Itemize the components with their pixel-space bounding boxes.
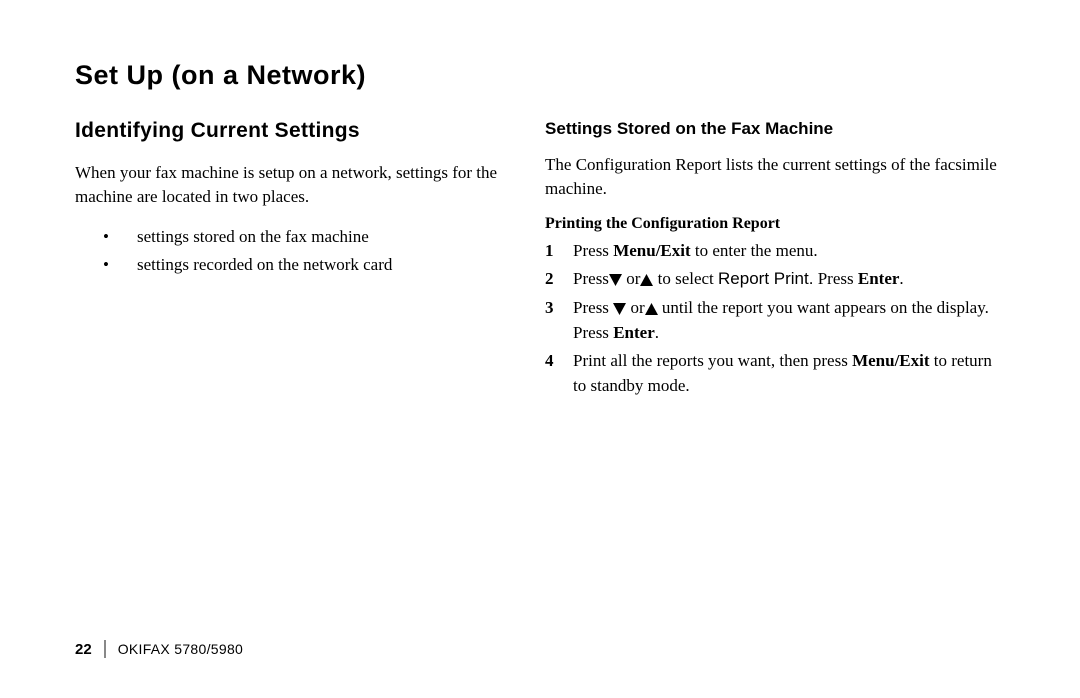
list-item-text: settings recorded on the network card [137, 251, 392, 280]
printing-steps-list: 1 Press Menu/Exit to enter the menu. 2 P… [545, 239, 1005, 399]
page-footer: 22 OKIFAX 5780/5980 [75, 640, 243, 658]
footer-divider [104, 640, 106, 658]
section-heading-settings-stored: Settings Stored on the Fax Machine [545, 119, 1005, 139]
down-arrow-icon [609, 274, 622, 286]
intro-paragraph: When your fax machine is setup on a netw… [75, 161, 530, 209]
step-number: 1 [545, 239, 573, 264]
step-item: 1 Press Menu/Exit to enter the menu. [545, 239, 1005, 264]
down-arrow-icon [613, 303, 626, 315]
step-text: Print all the reports you want, then pre… [573, 349, 1005, 398]
bullet-icon: • [75, 223, 137, 252]
page-number: 22 [75, 641, 92, 658]
step-item: 4 Print all the reports you want, then p… [545, 349, 1005, 398]
left-column: Identifying Current Settings When your f… [75, 119, 530, 402]
settings-locations-list: • settings stored on the fax machine • s… [75, 223, 530, 281]
right-column: Settings Stored on the Fax Machine The C… [545, 119, 1005, 402]
content-columns: Identifying Current Settings When your f… [75, 119, 1005, 402]
subsection-heading-printing: Printing the Configuration Report [545, 215, 1005, 233]
step-text: Press or until the report you want appea… [573, 296, 1005, 345]
step-text: Press Menu/Exit to enter the menu. [573, 239, 1005, 264]
step-number: 3 [545, 296, 573, 345]
section-heading-identifying: Identifying Current Settings [75, 119, 530, 143]
list-item: • settings recorded on the network card [75, 251, 530, 280]
page-title: Set Up (on a Network) [75, 60, 1005, 91]
step-item: 2 Press or to select Report Print. Press… [545, 267, 1005, 292]
list-item-text: settings stored on the fax machine [137, 223, 369, 252]
up-arrow-icon [640, 274, 653, 286]
footer-model: OKIFAX 5780/5980 [118, 641, 243, 657]
step-number: 4 [545, 349, 573, 398]
step-item: 3 Press or until the report you want app… [545, 296, 1005, 345]
step-number: 2 [545, 267, 573, 292]
step-text: Press or to select Report Print. Press E… [573, 267, 1005, 292]
bullet-icon: • [75, 251, 137, 280]
config-report-description: The Configuration Report lists the curre… [545, 153, 1005, 201]
list-item: • settings stored on the fax machine [75, 223, 530, 252]
up-arrow-icon [645, 303, 658, 315]
